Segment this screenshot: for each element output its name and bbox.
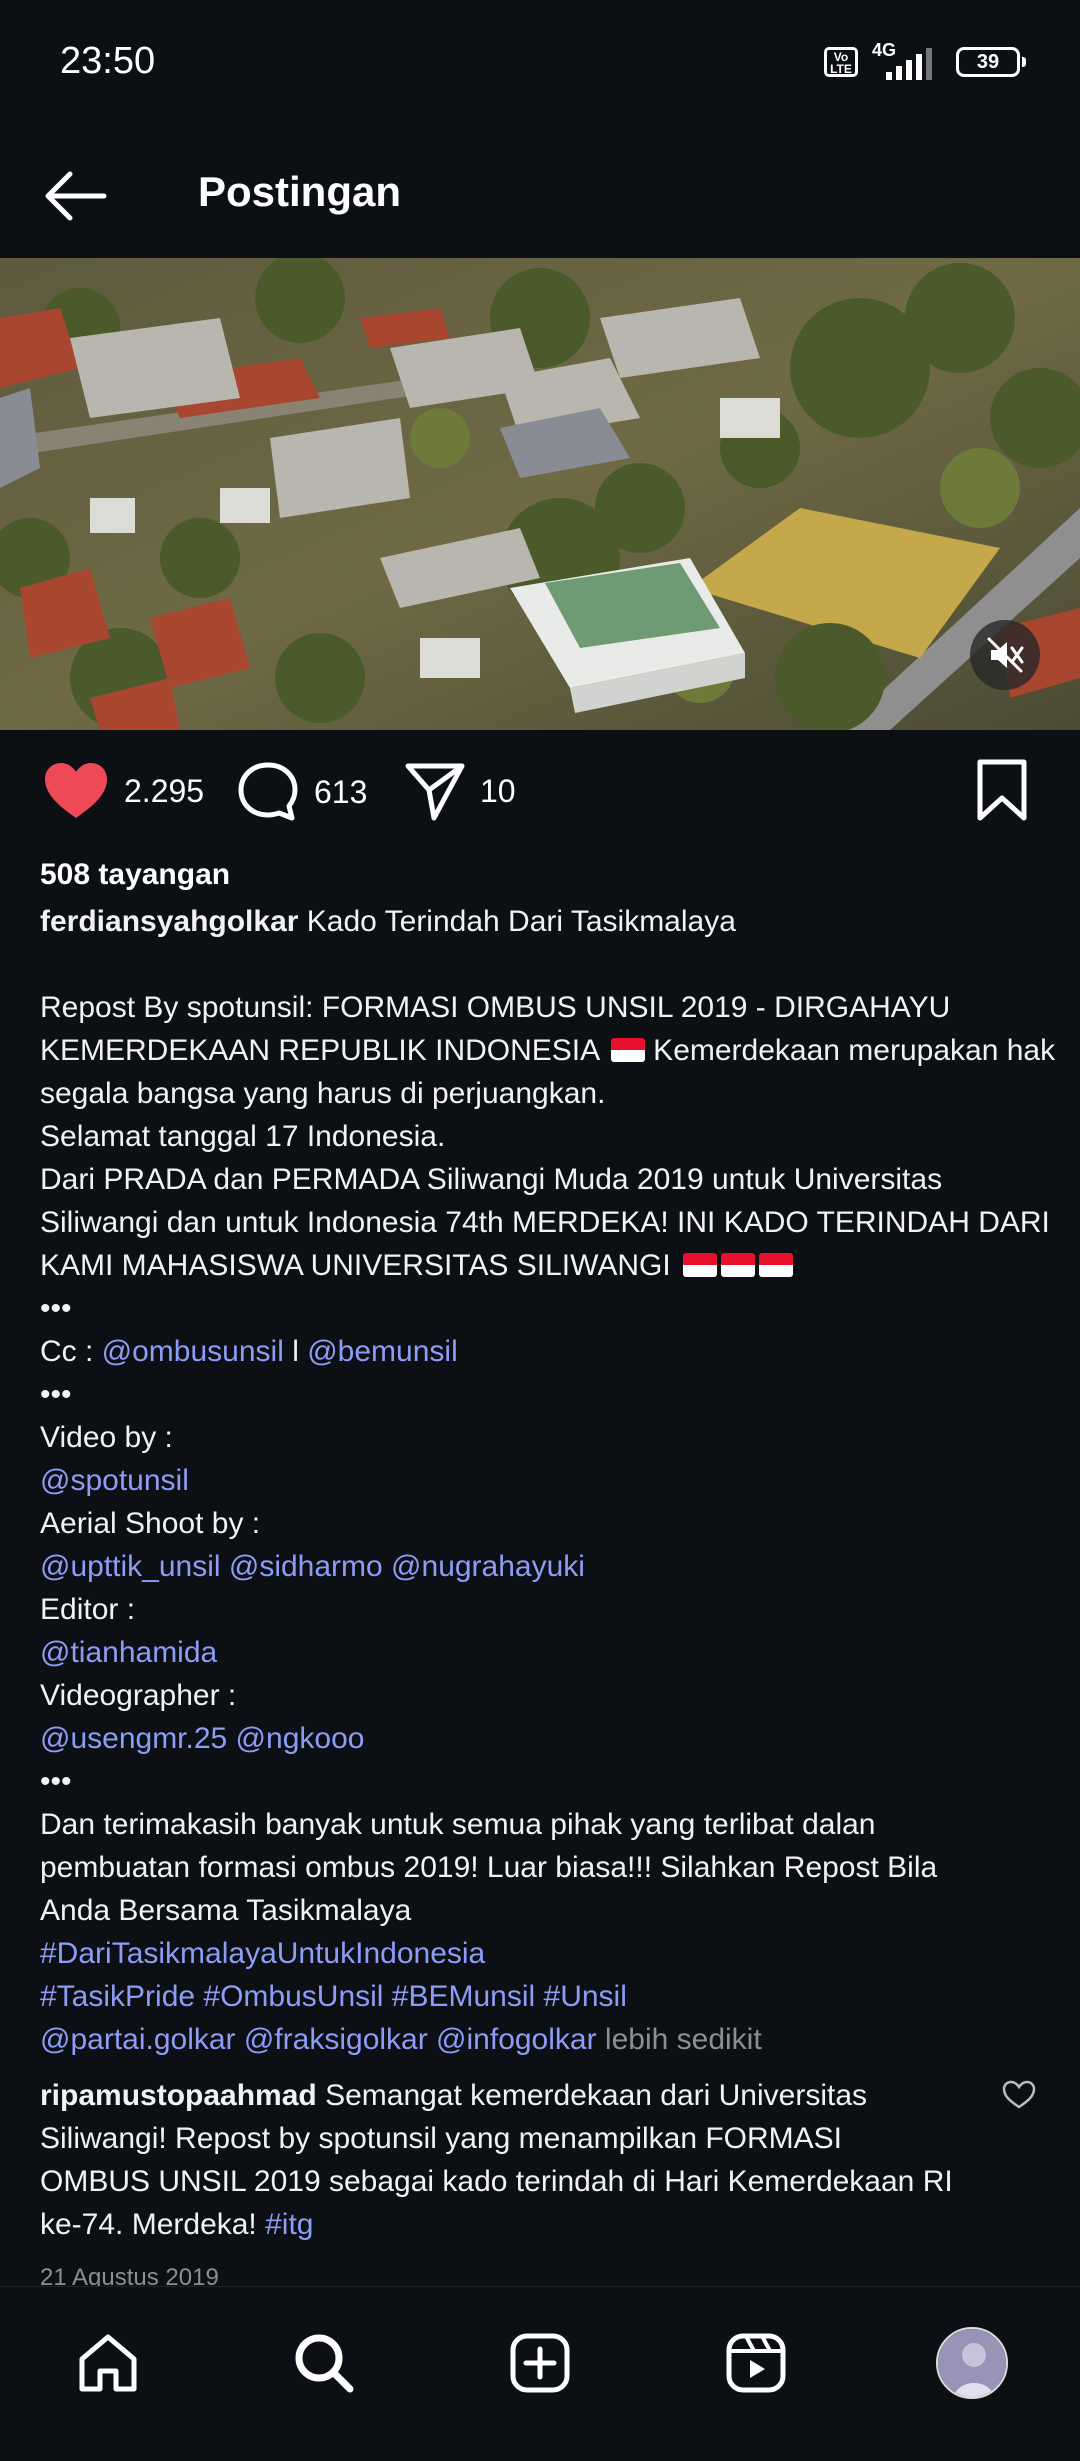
hashtag-link[interactable]: #DariTasikmalayaUntukIndonesia [40, 1932, 1050, 1975]
credit-label: Aerial Shoot by : [40, 1507, 261, 1540]
comment-action[interactable]: 613 [236, 760, 367, 824]
comment-like-button[interactable] [1002, 2080, 1036, 2115]
comment-text: ke-74. Merdeka! [40, 2208, 266, 2241]
battery-icon: 39 [956, 47, 1026, 77]
caption-line: KAMI MAHASISWA UNIVERSITAS SILIWANGI [40, 1249, 671, 1282]
mention-link[interactable]: @bemunsil [307, 1335, 458, 1368]
nav-reels[interactable] [716, 2323, 796, 2403]
comment-item: ripamustopaahmad Semangat kemerdekaan da… [40, 2074, 1000, 2246]
mute-button[interactable] [970, 620, 1040, 690]
caption-line: Anda Bersama Tasikmalaya [40, 1894, 412, 1927]
mention-links[interactable]: @usengmr.25 @ngkooo [40, 1717, 1050, 1760]
caption-line: Repost By spotunsil: FORMASI OMBUS UNSIL… [40, 991, 951, 1024]
hashtag-link[interactable]: #itg [265, 2208, 313, 2241]
avatar [936, 2327, 1008, 2399]
share-action[interactable]: 10 [404, 760, 516, 822]
status-time: 23:50 [60, 40, 156, 82]
nav-profile[interactable] [932, 2323, 1012, 2403]
caption-title: Kado Terindah Dari Tasikmalaya [298, 905, 736, 938]
back-arrow-icon [45, 171, 107, 221]
create-icon [510, 2333, 570, 2393]
home-icon [79, 2334, 137, 2392]
indonesia-flag-icon [721, 1253, 756, 1277]
comment-username[interactable]: ripamustopaahmad [40, 2079, 317, 2112]
comment-text: Siliwangi! Repost by spotunsil yang mena… [40, 2122, 843, 2155]
caption-line: KEMERDEKAAN REPUBLIK INDONESIA [40, 1034, 599, 1067]
indonesia-flag-icon [759, 1253, 794, 1277]
volte-icon: Vo LTE [824, 47, 858, 77]
volte-bottom-label: LTE [830, 62, 852, 76]
post-video[interactable] [0, 258, 1080, 730]
cc-separator: l [283, 1335, 308, 1368]
back-button[interactable] [40, 160, 112, 232]
caption-dots: ••• [40, 1765, 72, 1798]
signal-icon: 4G [872, 40, 942, 80]
caption-dots: ••• [40, 1292, 72, 1325]
likes-count: 2.295 [124, 772, 205, 809]
comment-icon [238, 762, 298, 821]
mention-links[interactable]: @partai.golkar @fraksigolkar @infogolkar [40, 2023, 597, 2056]
post-actions: 2.295 613 10 [0, 750, 1080, 840]
shares-count: 10 [480, 772, 516, 809]
show-less-link[interactable]: lebih sedikit [597, 2023, 762, 2056]
post-caption: ferdiansyahgolkar Kado Terindah Dari Tas… [40, 900, 1055, 2061]
like-action[interactable]: 2.295 [42, 760, 204, 822]
status-bar: 23:50 Vo LTE 4G 39 [0, 0, 1080, 130]
status-icons: Vo LTE 4G 39 [824, 40, 1026, 80]
reels-icon [726, 2333, 786, 2393]
nav-search[interactable] [284, 2323, 364, 2403]
nav-home[interactable] [68, 2323, 148, 2403]
comment-text: Semangat kemerdekaan dari Universitas [316, 2079, 868, 2112]
aerial-campus-image [0, 258, 1080, 730]
mention-link[interactable]: @tianhamida [40, 1631, 1050, 1674]
search-icon [295, 2334, 354, 2393]
author-username[interactable]: ferdiansyahgolkar [40, 905, 298, 938]
nav-create[interactable] [500, 2323, 580, 2403]
cc-label: Cc : [40, 1335, 102, 1368]
caption-line: pembuatan formasi ombus 2019! Luar biasa… [40, 1851, 938, 1884]
volume-off-icon [987, 637, 1024, 673]
app-bar: Postingan [0, 130, 1080, 260]
hashtag-links[interactable]: #TasikPride #OmbusUnsil #BEMunsil #Unsil [40, 1975, 1050, 2018]
comment-text: OMBUS UNSIL 2019 sebagai kado terindah d… [40, 2165, 953, 2198]
caption-line: Dari PRADA dan PERMADA Siliwangi Muda 20… [40, 1163, 943, 1196]
mention-link[interactable]: @spotunsil [40, 1459, 1050, 1502]
heart-outline-icon [1002, 2080, 1036, 2109]
views-count: 508 tayangan [40, 858, 231, 891]
caption-line: Selamat tanggal 17 Indonesia. [40, 1120, 446, 1153]
caption-dots: ••• [40, 1378, 72, 1411]
credit-label: Editor : [40, 1593, 136, 1626]
comments-count: 613 [314, 773, 368, 810]
credit-label: Video by : [40, 1421, 173, 1454]
caption-line: Dan terimakasih banyak untuk semua pihak… [40, 1808, 876, 1841]
mention-links[interactable]: @upttik_unsil @sidharmo @nugrahayuki [40, 1545, 1050, 1588]
credit-label: Videographer : [40, 1679, 237, 1712]
bottom-navigation [0, 2286, 1080, 2461]
indonesia-flag-icon [683, 1253, 718, 1277]
caption-line: Kemerdekaan merupakan hak [644, 1034, 1056, 1067]
page-title: Postingan [198, 168, 402, 215]
post-date: 21 Agustus 2019 [40, 2264, 219, 2286]
send-icon [405, 763, 465, 821]
indonesia-flag-icon [610, 1038, 645, 1062]
mention-link[interactable]: @ombusunsil [102, 1335, 284, 1368]
caption-line: Siliwangi dan untuk Indonesia 74th MERDE… [40, 1206, 1050, 1239]
heart-filled-icon [45, 763, 107, 818]
caption-line: segala bangsa yang harus di perjuangkan. [40, 1077, 606, 1110]
bookmark-icon [977, 759, 1027, 821]
save-button[interactable] [974, 758, 1030, 827]
